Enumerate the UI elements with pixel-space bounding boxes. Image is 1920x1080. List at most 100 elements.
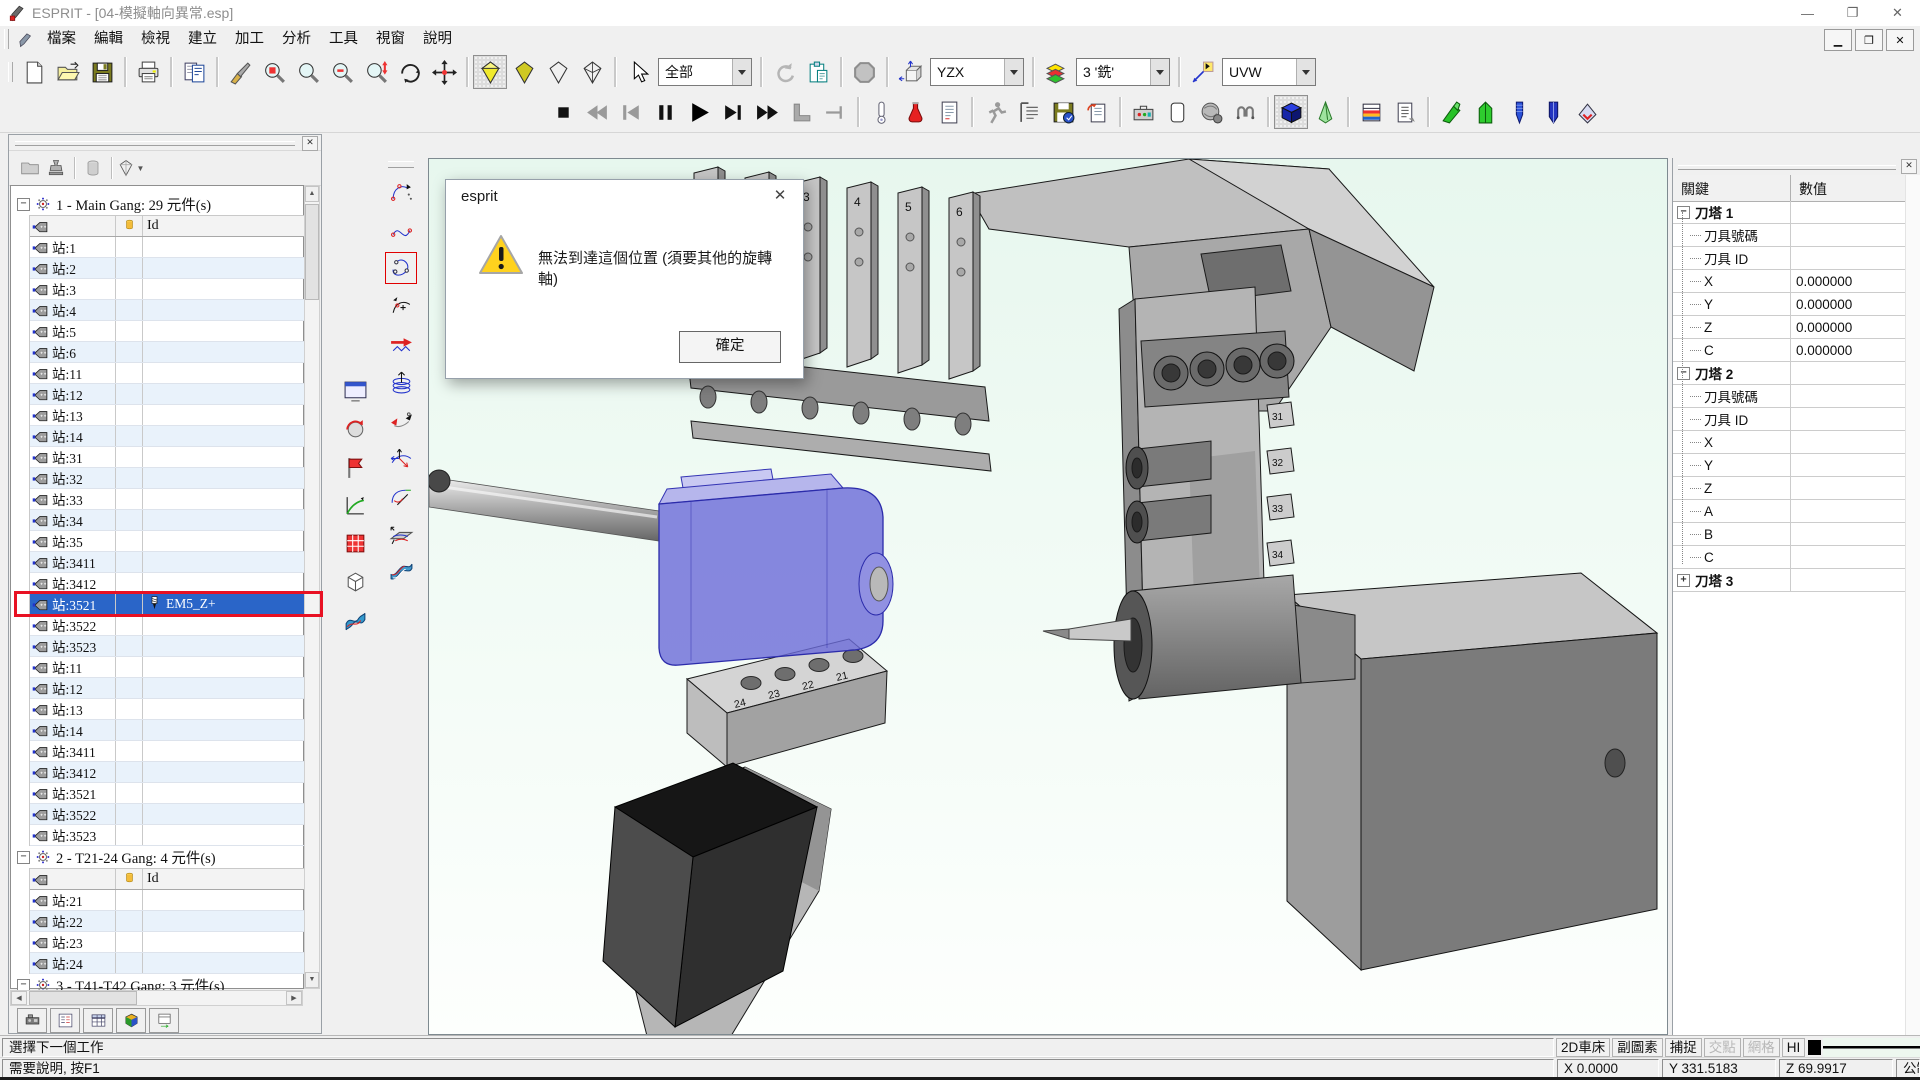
- sim-step-back-button[interactable]: [614, 95, 648, 129]
- shaded-view-button[interactable]: [473, 55, 507, 89]
- right-panel-close-button[interactable]: ✕: [1901, 159, 1917, 174]
- strip-grip[interactable]: [388, 161, 414, 168]
- tree-row-station[interactable]: 站:34: [30, 510, 306, 531]
- probe-button[interactable]: [864, 95, 898, 129]
- menu-item-file[interactable]: 檔案: [38, 27, 85, 51]
- tree-row-station[interactable]: 站:13: [30, 699, 306, 720]
- zoom-scale-button[interactable]: [359, 55, 393, 89]
- menu-item-help[interactable]: 說明: [414, 27, 461, 51]
- curve-axes-button[interactable]: [385, 442, 417, 474]
- right-panel-grip[interactable]: ✕: [1673, 158, 1920, 176]
- chevron-down-icon[interactable]: ▼: [137, 164, 145, 173]
- helix-button[interactable]: [385, 366, 417, 398]
- tree-row-station[interactable]: 站:22: [30, 911, 306, 932]
- paste-button[interactable]: [801, 55, 835, 89]
- menu-item-view[interactable]: 檢視: [132, 27, 179, 51]
- property-row[interactable]: B: [1673, 523, 1906, 546]
- tree-row-station[interactable]: 站:14: [30, 720, 306, 741]
- pan-button[interactable]: [427, 55, 461, 89]
- tree-vertical-scrollbar[interactable]: ▲ ▼: [304, 185, 320, 989]
- mdi-restore-button[interactable]: ❐: [1855, 29, 1883, 51]
- reverse-curve-button[interactable]: [385, 404, 417, 436]
- table-tab-button[interactable]: [83, 1008, 113, 1033]
- window-tab-button[interactable]: [149, 1008, 179, 1033]
- sim-loop-button[interactable]: [784, 95, 818, 129]
- curve-arrow-button[interactable]: [385, 176, 417, 208]
- print-button[interactable]: [131, 55, 165, 89]
- property-row[interactable]: Z: [1673, 477, 1906, 500]
- expander-minus-icon[interactable]: −: [17, 851, 30, 864]
- tree-row-station[interactable]: 站:3523: [30, 825, 306, 846]
- machine-setup-button[interactable]: [1194, 95, 1228, 129]
- save-simulation-button[interactable]: [1046, 95, 1080, 129]
- tree-row-station[interactable]: 站:6: [30, 342, 306, 363]
- property-row[interactable]: 刀具 ID: [1673, 247, 1906, 270]
- expander-plus-icon[interactable]: +: [1677, 574, 1690, 587]
- property-row[interactable]: Y: [1673, 454, 1906, 477]
- property-row[interactable]: C0.000000: [1673, 339, 1906, 362]
- stock-button[interactable]: [1160, 95, 1194, 129]
- property-row[interactable]: 刀具號碼: [1673, 385, 1906, 408]
- tree-row-station[interactable]: 站:4: [30, 300, 306, 321]
- sim-pause-button[interactable]: [648, 95, 682, 129]
- panel-close-button[interactable]: ✕: [302, 136, 318, 151]
- scroll-down-arrow[interactable]: ▼: [305, 972, 319, 988]
- sim-rotate-button[interactable]: [339, 413, 371, 445]
- s-curve-button[interactable]: [385, 214, 417, 246]
- tree-row-station[interactable]: 站:33: [30, 489, 306, 510]
- tree-row-station[interactable]: 站:1: [30, 237, 306, 258]
- tree-row-station[interactable]: 站:3: [30, 279, 306, 300]
- sim-rewind-button[interactable]: [580, 95, 614, 129]
- tree-row-station[interactable]: 站:12: [30, 678, 306, 699]
- export-report-button[interactable]: [1080, 95, 1114, 129]
- property-row[interactable]: Z0.000000: [1673, 316, 1906, 339]
- mdi-close-button[interactable]: ✕: [1886, 29, 1914, 51]
- status-toggle-3[interactable]: 交點: [1704, 1038, 1741, 1057]
- chevron-down-icon[interactable]: [1150, 59, 1169, 85]
- list-tab-button[interactable]: [50, 1008, 80, 1033]
- tree-row-station[interactable]: 站:3411: [30, 741, 306, 762]
- tool-turn-button[interactable]: [1434, 95, 1468, 129]
- menu-item-machining[interactable]: 加工: [226, 27, 273, 51]
- folder-button[interactable]: [17, 155, 43, 181]
- zoom-window-button[interactable]: [257, 55, 291, 89]
- tool-drill-button[interactable]: [1502, 95, 1536, 129]
- machine-axes-button[interactable]: [339, 489, 371, 521]
- zoom-button[interactable]: [291, 55, 325, 89]
- menu-item-analysis[interactable]: 分析: [273, 27, 320, 51]
- sim-step-forward-button[interactable]: [716, 95, 750, 129]
- docs-book-button[interactable]: [1354, 95, 1388, 129]
- tool-column-header[interactable]: [115, 869, 143, 889]
- select-filter-combobox[interactable]: 全部: [658, 58, 752, 86]
- id-column-header[interactable]: Id: [143, 216, 306, 236]
- menu-item-tools[interactable]: 工具: [320, 27, 367, 51]
- preview-button[interactable]: [177, 55, 211, 89]
- minimize-button[interactable]: —: [1785, 0, 1830, 26]
- property-row[interactable]: −刀塔 2: [1673, 362, 1906, 385]
- panel-grip[interactable]: ✕: [9, 135, 321, 151]
- status-toggle-2[interactable]: 捕捉: [1665, 1038, 1702, 1057]
- tool-column-header[interactable]: [115, 216, 143, 236]
- clamps-button[interactable]: [1228, 95, 1262, 129]
- property-row[interactable]: A: [1673, 500, 1906, 523]
- machine-tab-button[interactable]: [17, 1008, 47, 1033]
- chevron-down-icon[interactable]: [732, 59, 751, 85]
- tree-row-station[interactable]: 站:23: [30, 932, 306, 953]
- zoom-out-button[interactable]: [325, 55, 359, 89]
- tree-row-station[interactable]: 站:3411: [30, 552, 306, 573]
- status-toggle-5[interactable]: HI: [1782, 1038, 1806, 1057]
- hidden-line-button[interactable]: [575, 55, 609, 89]
- tool-multi-button[interactable]: [1570, 95, 1604, 129]
- right-panel-scroll-area[interactable]: [1905, 175, 1920, 1035]
- menu-item-create[interactable]: 建立: [179, 27, 226, 51]
- uvw-axis-button[interactable]: [1185, 55, 1219, 89]
- tree-row-station[interactable]: 站:3412: [30, 573, 306, 594]
- property-row[interactable]: +刀塔 3: [1673, 569, 1906, 592]
- active-layer-combobox[interactable]: 3 '銑': [1076, 58, 1170, 86]
- tree-row-station[interactable]: 站:21: [30, 890, 306, 911]
- diamond-dropdown-button[interactable]: ▼: [117, 155, 143, 181]
- tree-row-station[interactable]: 站:14: [30, 426, 306, 447]
- status-toggle-1[interactable]: 副圖素: [1612, 1038, 1663, 1057]
- mdi-minimize-button[interactable]: ▁: [1824, 29, 1852, 51]
- property-row[interactable]: C: [1673, 546, 1906, 569]
